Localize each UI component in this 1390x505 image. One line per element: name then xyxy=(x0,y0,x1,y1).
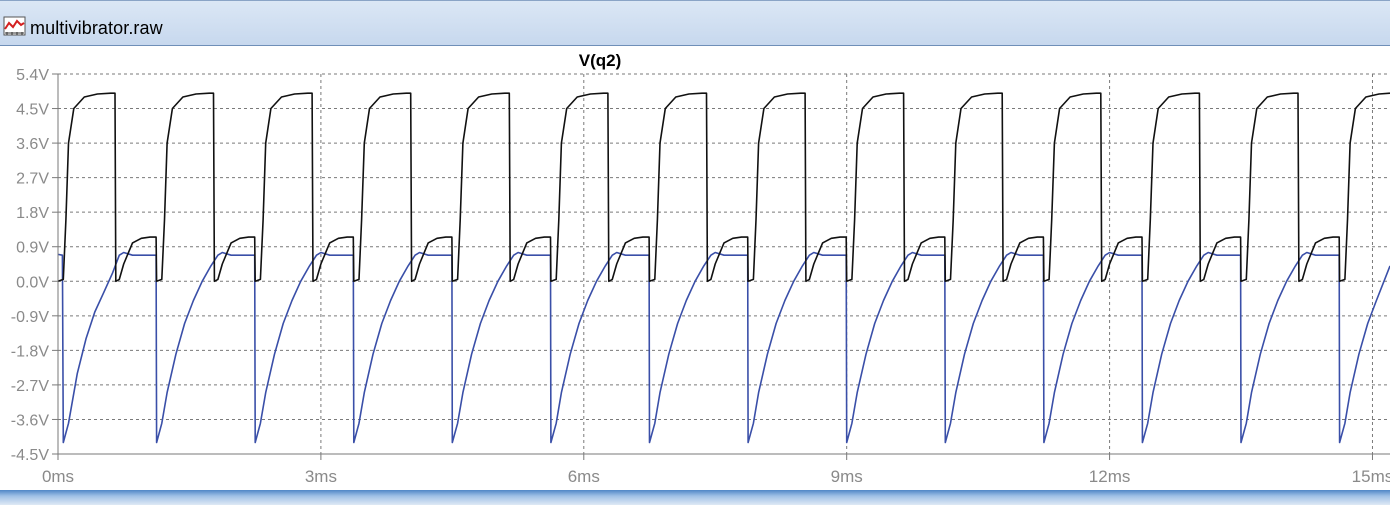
plot-pane[interactable]: V(q2) 5.4V 4.5V 3.6V 2.7V 1.8V 0.9V 0.0V -0.9V -… xyxy=(0,46,1390,490)
y-tick-label: 2.7V xyxy=(16,171,49,188)
window-titlebar[interactable]: multivibrator.raw xyxy=(0,0,1390,46)
y-tick-label: 3.6V xyxy=(16,136,49,153)
y-tick-label: 1.8V xyxy=(16,205,49,222)
x-tick-label: 9ms xyxy=(831,467,863,486)
y-tick-label: 0.0V xyxy=(16,274,49,291)
x-tick-label: 15ms xyxy=(1352,467,1390,486)
grid-layer xyxy=(57,73,1390,455)
y-tick-label: -0.9V xyxy=(11,309,50,326)
window-bottom-frame xyxy=(0,490,1390,505)
y-tick-label: -1.8V xyxy=(11,343,50,360)
y-tick-label: 0.9V xyxy=(16,240,49,257)
waveform-icon xyxy=(3,16,26,36)
series-line-v-q2-[interactable] xyxy=(57,92,1390,283)
y-tick-label: 4.5V xyxy=(16,102,49,119)
waveform-viewer-window: multivibrator.raw V(q2) 5.4V 4.5V 3.6V 2.7V… xyxy=(0,0,1390,505)
waveform-chart[interactable]: V(q2) 5.4V 4.5V 3.6V 2.7V 1.8V 0.9V 0.0V -0.9V -… xyxy=(0,46,1390,490)
x-axis: 0ms 3ms 6ms 9ms 12ms 15ms xyxy=(42,453,1390,486)
x-tick-label: 0ms xyxy=(42,467,74,486)
chart-title[interactable]: V(q2) xyxy=(579,51,622,70)
trace-layer xyxy=(57,92,1390,444)
y-axis: 5.4V 4.5V 3.6V 2.7V 1.8V 0.9V 0.0V -0.9V -1.8V -2… xyxy=(11,67,59,464)
x-tick-label: 12ms xyxy=(1089,467,1131,486)
y-tick-label: 5.4V xyxy=(16,67,49,84)
window-title: multivibrator.raw xyxy=(30,18,163,38)
y-tick-label: -2.7V xyxy=(11,378,50,395)
y-tick-label: -4.5V xyxy=(11,447,50,464)
y-tick-label: -3.6V xyxy=(11,412,50,429)
x-tick-label: 6ms xyxy=(568,467,600,486)
x-tick-label: 3ms xyxy=(305,467,337,486)
